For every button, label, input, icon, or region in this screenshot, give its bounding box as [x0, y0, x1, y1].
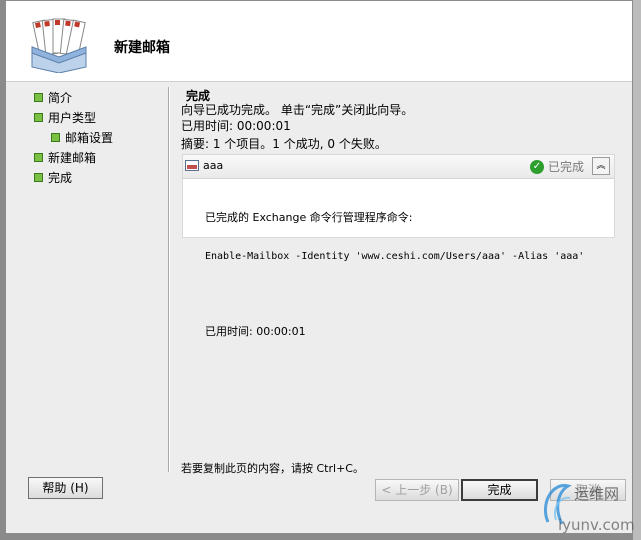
- status-label: 已完成: [548, 160, 585, 174]
- nav-item-label: 用户类型: [48, 110, 97, 125]
- nav-item-label: 新建邮箱: [48, 150, 97, 165]
- back-button[interactable]: < 上一步 (B): [375, 479, 459, 501]
- copy-hint: 若要复制此页的内容，请按 Ctrl+C。: [181, 462, 364, 475]
- finish-button[interactable]: 完成: [461, 479, 538, 501]
- step-complete-icon: [34, 112, 43, 122]
- collapse-button[interactable]: ︽: [592, 157, 610, 175]
- step-complete-icon: [34, 152, 43, 162]
- result-panel: aaa ✓ 已完成 ︽ 已完成的 Exchange 命令行管理程序命令: Ena…: [182, 154, 615, 338]
- wizard-header: 新建邮箱: [6, 1, 632, 82]
- nav-item-label: 完成: [48, 170, 73, 185]
- checkmark-icon: ✓: [530, 159, 544, 174]
- command-text: Enable-Mailbox -Identity 'www.ceshi.com/…: [205, 251, 585, 262]
- chevron-up-icon: ︽: [596, 161, 606, 171]
- completed-command-label: 已完成的 Exchange 命令行管理程序命令:: [205, 211, 413, 224]
- nav-item-complete: 完成: [34, 168, 72, 186]
- step-complete-icon: [34, 172, 43, 182]
- nav-item-label: 简介: [48, 90, 73, 105]
- completion-message: 向导已成功完成。 单击“完成”关闭此向导。: [181, 103, 414, 117]
- wizard-steps-nav: 简介 用户类型 邮箱设置 新建邮箱 完成: [6, 82, 168, 535]
- mailbox-icon: [31, 18, 87, 73]
- step-complete-icon: [51, 132, 60, 142]
- elapsed-time: 已用时间: 00:00:01: [181, 119, 291, 133]
- iyunv-watermark-logo: 运维网 iyunv.com: [544, 484, 635, 534]
- nav-item-mailbox-settings: 邮箱设置: [51, 128, 113, 146]
- nav-item-label: 邮箱设置: [65, 130, 114, 145]
- window-title: 新建邮箱: [114, 40, 170, 56]
- desktop-background-strip: [633, 0, 641, 540]
- result-item-name: aaa: [203, 159, 224, 172]
- nav-item-intro: 简介: [34, 88, 72, 106]
- mailbox-item-icon: [185, 160, 199, 171]
- status-badge: ✓ 已完成: [530, 158, 584, 175]
- nav-item-user-type: 用户类型: [34, 108, 96, 126]
- new-mailbox-wizard-dialog: 新建邮箱 简介 用户类型 邮箱设置 新建邮箱 完成 完成 向导已成功完成。 单击…: [5, 0, 633, 534]
- watermark-title: 运维网: [574, 485, 619, 503]
- nav-divider-highlight: [169, 87, 170, 472]
- step-complete-icon: [34, 92, 43, 102]
- result-header: aaa ✓ 已完成 ︽: [183, 155, 614, 179]
- result-elapsed-time: 已用时间: 00:00:01: [205, 325, 306, 338]
- watermark-url: iyunv.com: [558, 516, 635, 534]
- help-button[interactable]: 帮助 (H): [28, 477, 103, 499]
- result-details: 已完成的 Exchange 命令行管理程序命令: Enable-Mailbox …: [205, 185, 584, 364]
- nav-item-new-mailbox: 新建邮箱: [34, 148, 96, 166]
- summary-text: 摘要: 1 个项目。1 个成功, 0 个失败。: [181, 137, 387, 151]
